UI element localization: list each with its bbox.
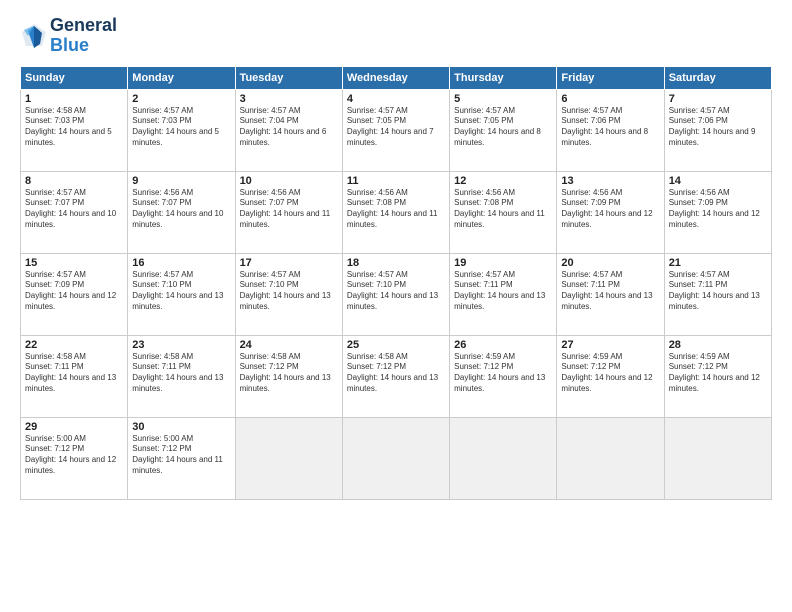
week-row: 15 Sunrise: 4:57 AM Sunset: 7:09 PM Dayl…: [21, 253, 772, 335]
week-row: 29 Sunrise: 5:00 AM Sunset: 7:12 PM Dayl…: [21, 417, 772, 499]
table-row: 17 Sunrise: 4:57 AM Sunset: 7:10 PM Dayl…: [235, 253, 342, 335]
table-row: 19 Sunrise: 4:57 AM Sunset: 7:11 PM Dayl…: [450, 253, 557, 335]
th-wednesday: Wednesday: [342, 66, 449, 89]
logo-icon: [20, 22, 48, 50]
table-row: 25 Sunrise: 4:58 AM Sunset: 7:12 PM Dayl…: [342, 335, 449, 417]
logo-text: General Blue: [50, 16, 117, 56]
week-row: 22 Sunrise: 4:58 AM Sunset: 7:11 PM Dayl…: [21, 335, 772, 417]
table-row: 21 Sunrise: 4:57 AM Sunset: 7:11 PM Dayl…: [664, 253, 771, 335]
table-row: 4 Sunrise: 4:57 AM Sunset: 7:05 PM Dayli…: [342, 89, 449, 171]
table-row: 30 Sunrise: 5:00 AM Sunset: 7:12 PM Dayl…: [128, 417, 235, 499]
table-row: 13 Sunrise: 4:56 AM Sunset: 7:09 PM Dayl…: [557, 171, 664, 253]
table-row: 16 Sunrise: 4:57 AM Sunset: 7:10 PM Dayl…: [128, 253, 235, 335]
empty-cell: [557, 417, 664, 499]
week-row: 8 Sunrise: 4:57 AM Sunset: 7:07 PM Dayli…: [21, 171, 772, 253]
calendar: Sunday Monday Tuesday Wednesday Thursday…: [20, 66, 772, 500]
table-row: 27 Sunrise: 4:59 AM Sunset: 7:12 PM Dayl…: [557, 335, 664, 417]
table-row: 14 Sunrise: 4:56 AM Sunset: 7:09 PM Dayl…: [664, 171, 771, 253]
table-row: 10 Sunrise: 4:56 AM Sunset: 7:07 PM Dayl…: [235, 171, 342, 253]
week-row: 1 Sunrise: 4:58 AM Sunset: 7:03 PM Dayli…: [21, 89, 772, 171]
th-sunday: Sunday: [21, 66, 128, 89]
header: General Blue: [20, 16, 772, 56]
table-row: 8 Sunrise: 4:57 AM Sunset: 7:07 PM Dayli…: [21, 171, 128, 253]
empty-cell: [342, 417, 449, 499]
empty-cell: [664, 417, 771, 499]
table-row: 6 Sunrise: 4:57 AM Sunset: 7:06 PM Dayli…: [557, 89, 664, 171]
table-row: 7 Sunrise: 4:57 AM Sunset: 7:06 PM Dayli…: [664, 89, 771, 171]
table-row: 26 Sunrise: 4:59 AM Sunset: 7:12 PM Dayl…: [450, 335, 557, 417]
empty-cell: [235, 417, 342, 499]
table-row: 11 Sunrise: 4:56 AM Sunset: 7:08 PM Dayl…: [342, 171, 449, 253]
logo: General Blue: [20, 16, 117, 56]
table-row: 5 Sunrise: 4:57 AM Sunset: 7:05 PM Dayli…: [450, 89, 557, 171]
table-row: 24 Sunrise: 4:58 AM Sunset: 7:12 PM Dayl…: [235, 335, 342, 417]
empty-cell: [450, 417, 557, 499]
table-row: 2 Sunrise: 4:57 AM Sunset: 7:03 PM Dayli…: [128, 89, 235, 171]
table-row: 28 Sunrise: 4:59 AM Sunset: 7:12 PM Dayl…: [664, 335, 771, 417]
table-row: 1 Sunrise: 4:58 AM Sunset: 7:03 PM Dayli…: [21, 89, 128, 171]
th-friday: Friday: [557, 66, 664, 89]
weekday-header-row: Sunday Monday Tuesday Wednesday Thursday…: [21, 66, 772, 89]
th-monday: Monday: [128, 66, 235, 89]
table-row: 9 Sunrise: 4:56 AM Sunset: 7:07 PM Dayli…: [128, 171, 235, 253]
table-row: 3 Sunrise: 4:57 AM Sunset: 7:04 PM Dayli…: [235, 89, 342, 171]
table-row: 18 Sunrise: 4:57 AM Sunset: 7:10 PM Dayl…: [342, 253, 449, 335]
table-row: 23 Sunrise: 4:58 AM Sunset: 7:11 PM Dayl…: [128, 335, 235, 417]
table-row: 29 Sunrise: 5:00 AM Sunset: 7:12 PM Dayl…: [21, 417, 128, 499]
th-tuesday: Tuesday: [235, 66, 342, 89]
table-row: 12 Sunrise: 4:56 AM Sunset: 7:08 PM Dayl…: [450, 171, 557, 253]
page: General Blue Sunday Monday Tuesday Wedne…: [0, 0, 792, 612]
table-row: 22 Sunrise: 4:58 AM Sunset: 7:11 PM Dayl…: [21, 335, 128, 417]
th-thursday: Thursday: [450, 66, 557, 89]
table-row: 15 Sunrise: 4:57 AM Sunset: 7:09 PM Dayl…: [21, 253, 128, 335]
table-row: 20 Sunrise: 4:57 AM Sunset: 7:11 PM Dayl…: [557, 253, 664, 335]
th-saturday: Saturday: [664, 66, 771, 89]
